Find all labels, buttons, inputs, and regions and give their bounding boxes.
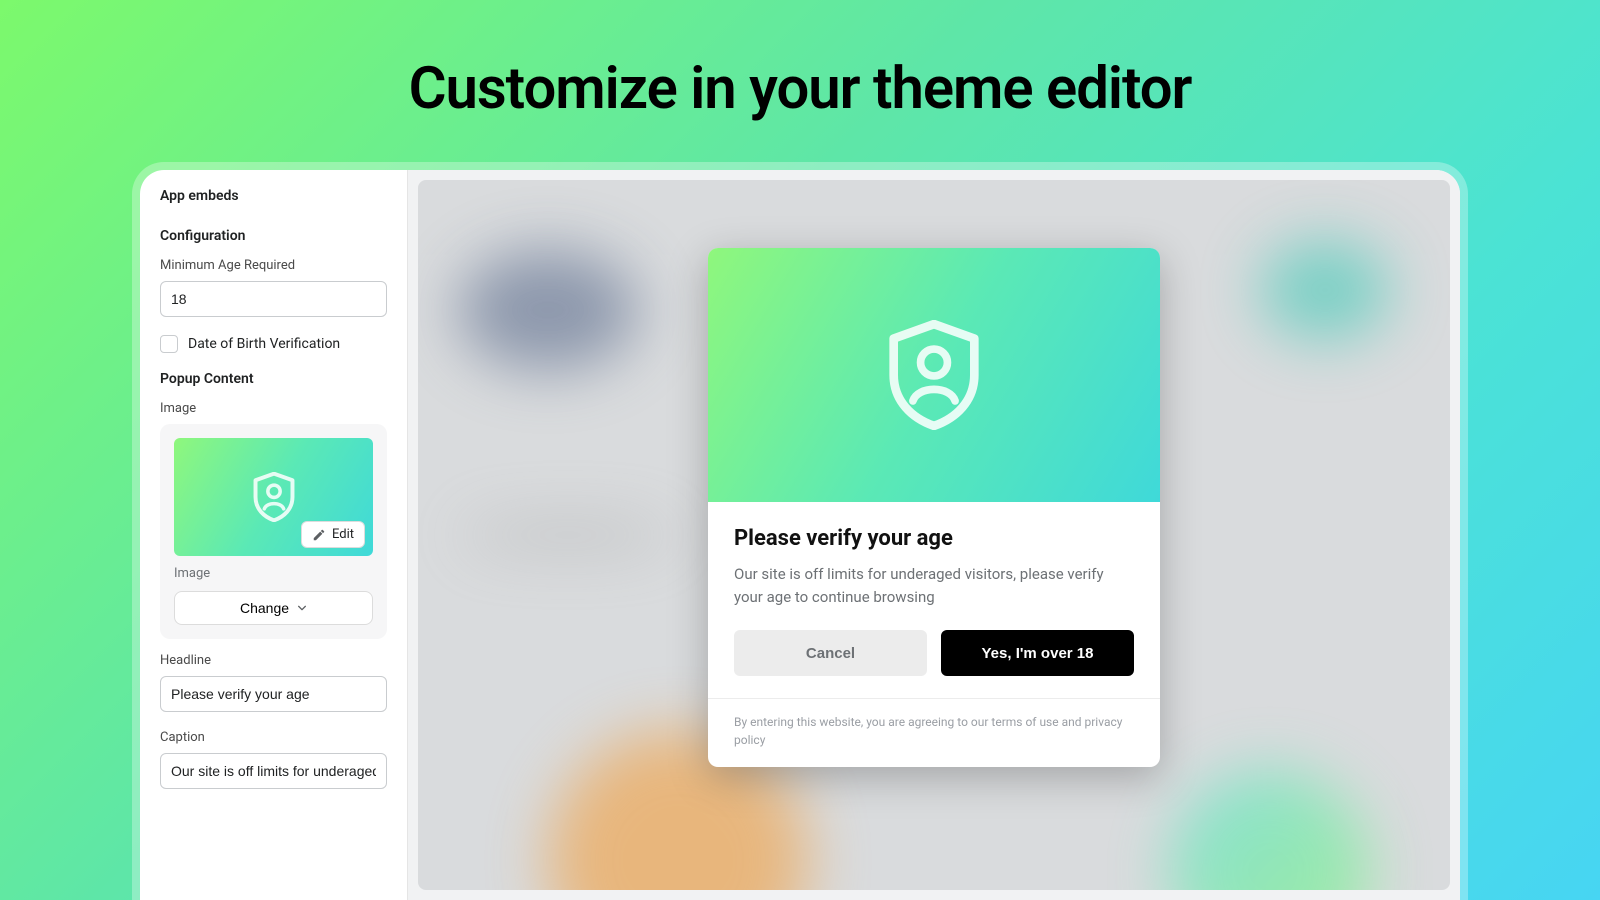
image-sublabel: Image xyxy=(174,566,373,581)
preview-pane: Please verify your age Our site is off l… xyxy=(408,170,1460,900)
image-field-label: Image xyxy=(160,401,387,416)
min-age-label: Minimum Age Required xyxy=(160,258,387,273)
popup-buttons: Cancel Yes, I'm over 18 xyxy=(734,630,1134,676)
headline-input[interactable] xyxy=(160,676,387,712)
caption-field: Caption xyxy=(160,730,387,789)
editor-frame: App embeds Configuration Minimum Age Req… xyxy=(140,170,1460,900)
cancel-button[interactable]: Cancel xyxy=(734,630,927,676)
dob-verification-label: Date of Birth Verification xyxy=(188,336,340,352)
edit-image-button[interactable]: Edit xyxy=(301,521,365,548)
chevron-down-icon xyxy=(297,603,307,613)
headline-label: Headline xyxy=(160,653,387,668)
sidebar-title: App embeds xyxy=(160,188,387,204)
min-age-field: Minimum Age Required xyxy=(160,258,387,317)
dob-verification-row: Date of Birth Verification xyxy=(160,335,387,353)
preview-canvas: Please verify your age Our site is off l… xyxy=(418,180,1450,890)
caption-input[interactable] xyxy=(160,753,387,789)
min-age-input[interactable] xyxy=(160,281,387,317)
shield-user-icon xyxy=(252,472,296,522)
popup-headline: Please verify your age xyxy=(734,526,1134,551)
caption-label: Caption xyxy=(160,730,387,745)
change-image-label: Change xyxy=(240,600,289,616)
settings-sidebar: App embeds Configuration Minimum Age Req… xyxy=(140,170,408,900)
popup-content-title: Popup Content xyxy=(160,371,387,387)
dob-verification-checkbox[interactable] xyxy=(160,335,178,353)
edit-image-label: Edit xyxy=(332,527,354,542)
configuration-title: Configuration xyxy=(160,228,387,244)
pencil-icon xyxy=(312,528,326,542)
confirm-button[interactable]: Yes, I'm over 18 xyxy=(941,630,1134,676)
headline-field: Headline xyxy=(160,653,387,712)
image-card: Edit Image Change xyxy=(160,424,387,639)
popup-header-image xyxy=(708,248,1160,502)
image-preview: Edit xyxy=(174,438,373,556)
shield-user-icon xyxy=(886,320,982,430)
popup-caption: Our site is off limits for underaged vis… xyxy=(734,563,1134,608)
change-image-button[interactable]: Change xyxy=(174,591,373,625)
page-title: Customize in your theme editor xyxy=(0,0,1600,123)
age-verification-popup: Please verify your age Our site is off l… xyxy=(708,248,1160,767)
popup-footer: By entering this website, you are agreei… xyxy=(708,698,1160,767)
popup-body: Please verify your age Our site is off l… xyxy=(708,502,1160,698)
